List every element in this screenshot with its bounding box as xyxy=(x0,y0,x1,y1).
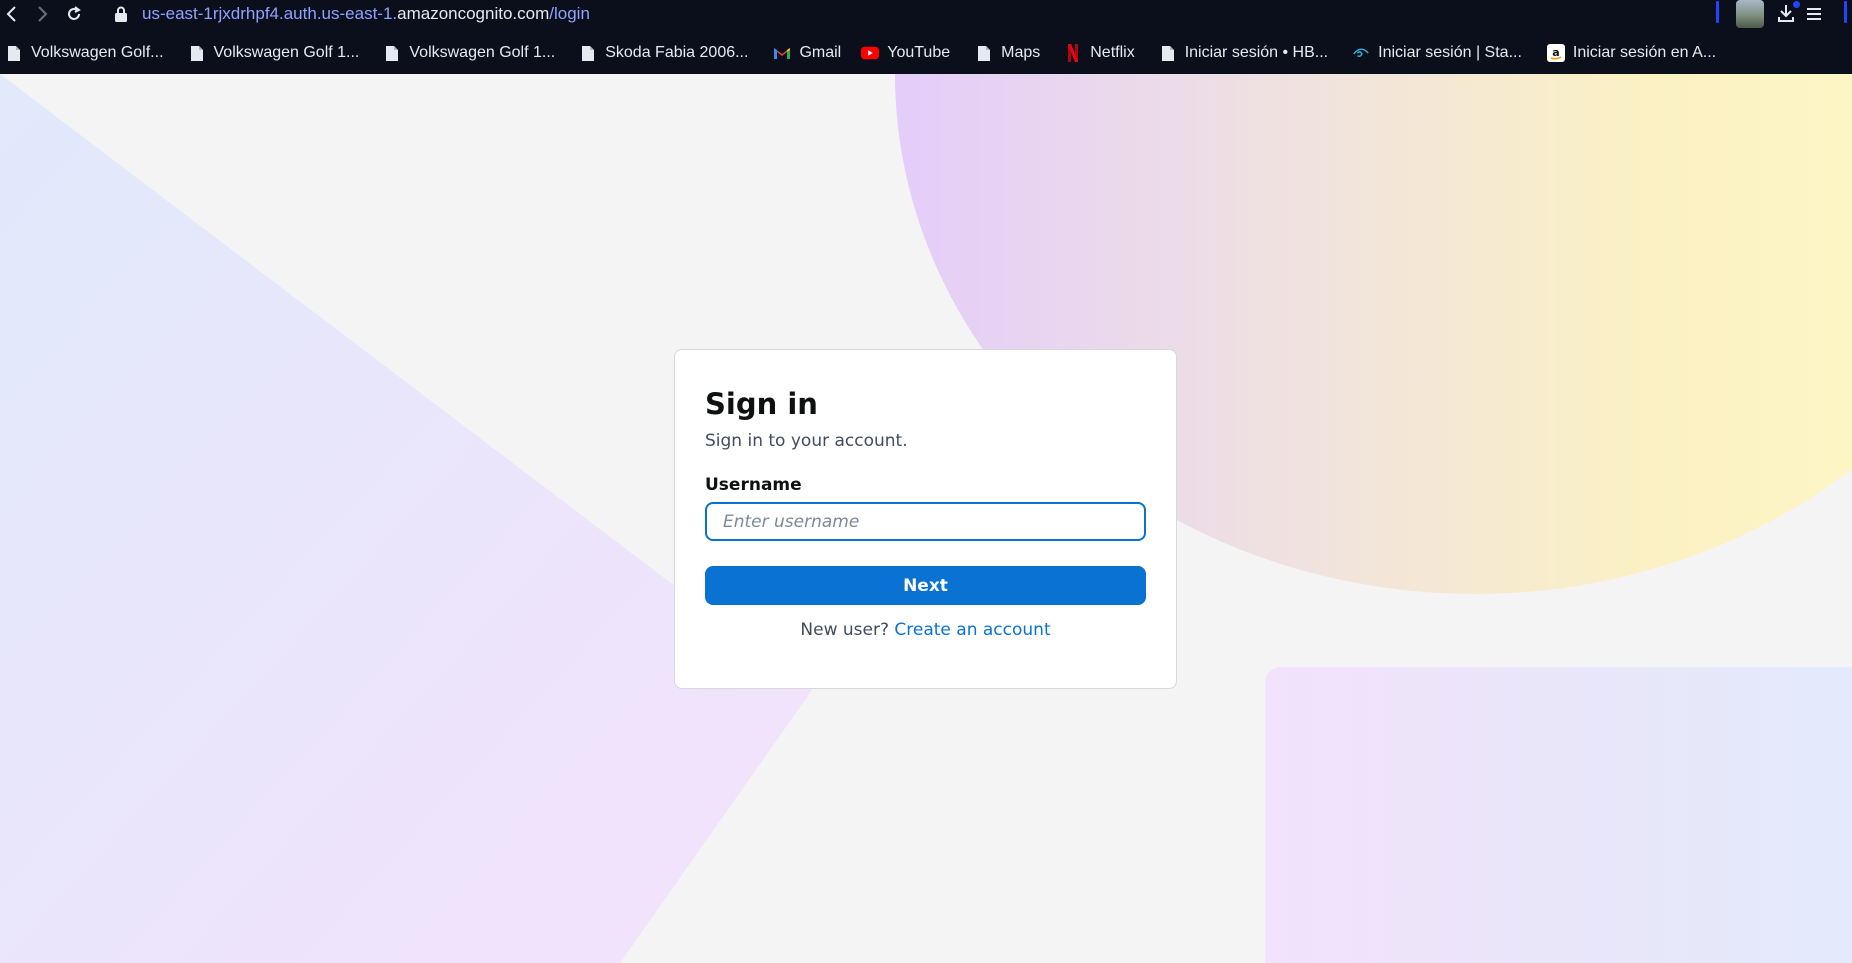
url-path: /login xyxy=(549,4,590,23)
file-icon xyxy=(975,44,993,62)
address-bar[interactable]: us-east-1rjxdrhpf4.auth.us-east-1.amazon… xyxy=(115,2,590,26)
profile-avatar[interactable] xyxy=(1736,0,1764,28)
signin-card: Sign in Sign in to your account. Usernam… xyxy=(674,349,1177,689)
bookmark-label: Volkswagen Golf 1... xyxy=(213,44,360,61)
background-rect-shape xyxy=(1265,667,1852,963)
new-user-text: New user? xyxy=(800,620,889,640)
bookmark-label: Netflix xyxy=(1090,44,1135,61)
file-icon xyxy=(383,44,401,62)
disney-icon xyxy=(1352,44,1370,62)
bookmark-item[interactable]: Volkswagen Golf 1... xyxy=(185,40,372,66)
bookmark-item[interactable]: YouTube xyxy=(858,40,962,66)
toolbar-right xyxy=(1712,0,1852,28)
login-page: Sign in Sign in to your account. Usernam… xyxy=(0,74,1852,963)
forward-arrow-icon xyxy=(38,6,48,22)
bookmark-label: Volkswagen Golf 1... xyxy=(409,44,556,61)
bookmark-label: Skoda Fabia 2006... xyxy=(605,44,749,61)
file-icon xyxy=(1159,44,1177,62)
url-text: us-east-1rjxdrhpf4.auth.us-east-1.amazon… xyxy=(142,4,590,24)
bookmark-item[interactable]: Iniciar sesión • HB... xyxy=(1156,40,1340,66)
bookmark-item[interactable]: Volkswagen Golf... xyxy=(2,40,176,66)
bookmark-label: Gmail xyxy=(799,44,842,61)
bookmark-label: Iniciar sesión en A... xyxy=(1572,44,1717,61)
bookmark-item[interactable]: Gmail xyxy=(770,40,853,66)
forward-button[interactable] xyxy=(30,2,54,26)
tab-indicator-right xyxy=(1844,1,1847,23)
url-domain: amazoncognito.com xyxy=(397,4,550,23)
bookmark-item[interactable]: Maps xyxy=(972,40,1052,66)
create-account-link[interactable]: Create an account xyxy=(894,620,1050,640)
bookmarks-bar: Volkswagen Golf... Volkswagen Golf 1... … xyxy=(0,40,1852,66)
bookmark-label: Volkswagen Golf... xyxy=(31,44,164,61)
back-button[interactable] xyxy=(0,2,24,26)
bookmark-item[interactable]: Skoda Fabia 2006... xyxy=(576,40,760,66)
file-icon xyxy=(188,44,206,62)
new-user-prompt: New user? Create an account xyxy=(705,619,1146,641)
lock-icon xyxy=(115,6,127,22)
reload-button[interactable] xyxy=(62,2,86,26)
bookmark-label: Iniciar sesión | Sta... xyxy=(1378,44,1522,61)
downloads-button[interactable] xyxy=(1776,1,1800,25)
next-button[interactable]: Next xyxy=(705,566,1146,605)
youtube-icon xyxy=(861,44,880,62)
bookmark-label: Iniciar sesión • HB... xyxy=(1184,44,1329,61)
url-prefix: us-east-1rjxdrhpf4.auth.us-east-1. xyxy=(142,4,398,23)
username-label: Username xyxy=(705,475,802,495)
svg-text:a: a xyxy=(1552,46,1559,59)
reload-icon xyxy=(68,6,81,20)
signin-subtitle: Sign in to your account. xyxy=(705,431,908,451)
file-icon xyxy=(5,44,23,62)
bookmark-label: YouTube xyxy=(887,44,951,61)
amazon-icon: a xyxy=(1546,44,1565,62)
browser-chrome: us-east-1rjxdrhpf4.auth.us-east-1.amazon… xyxy=(0,0,1852,74)
gmail-icon xyxy=(773,44,791,62)
bookmark-item[interactable]: Netflix xyxy=(1061,40,1146,66)
back-arrow-icon xyxy=(6,6,16,22)
username-input[interactable] xyxy=(705,502,1146,541)
bookmark-item[interactable]: Iniciar sesión | Sta... xyxy=(1349,40,1534,66)
download-badge xyxy=(1793,1,1800,8)
netflix-icon xyxy=(1064,44,1082,62)
bookmark-label: Maps xyxy=(1001,44,1041,61)
menu-button[interactable] xyxy=(1804,4,1826,24)
signin-title: Sign in xyxy=(705,387,818,421)
file-icon xyxy=(579,44,597,62)
bookmark-item[interactable]: Volkswagen Golf 1... xyxy=(380,40,567,66)
menu-icon xyxy=(1807,8,1821,20)
bookmark-item[interactable]: a Iniciar sesión en A... xyxy=(1544,40,1728,66)
tab-indicator-left xyxy=(1716,1,1719,23)
browser-toolbar: us-east-1rjxdrhpf4.auth.us-east-1.amazon… xyxy=(0,0,1852,28)
